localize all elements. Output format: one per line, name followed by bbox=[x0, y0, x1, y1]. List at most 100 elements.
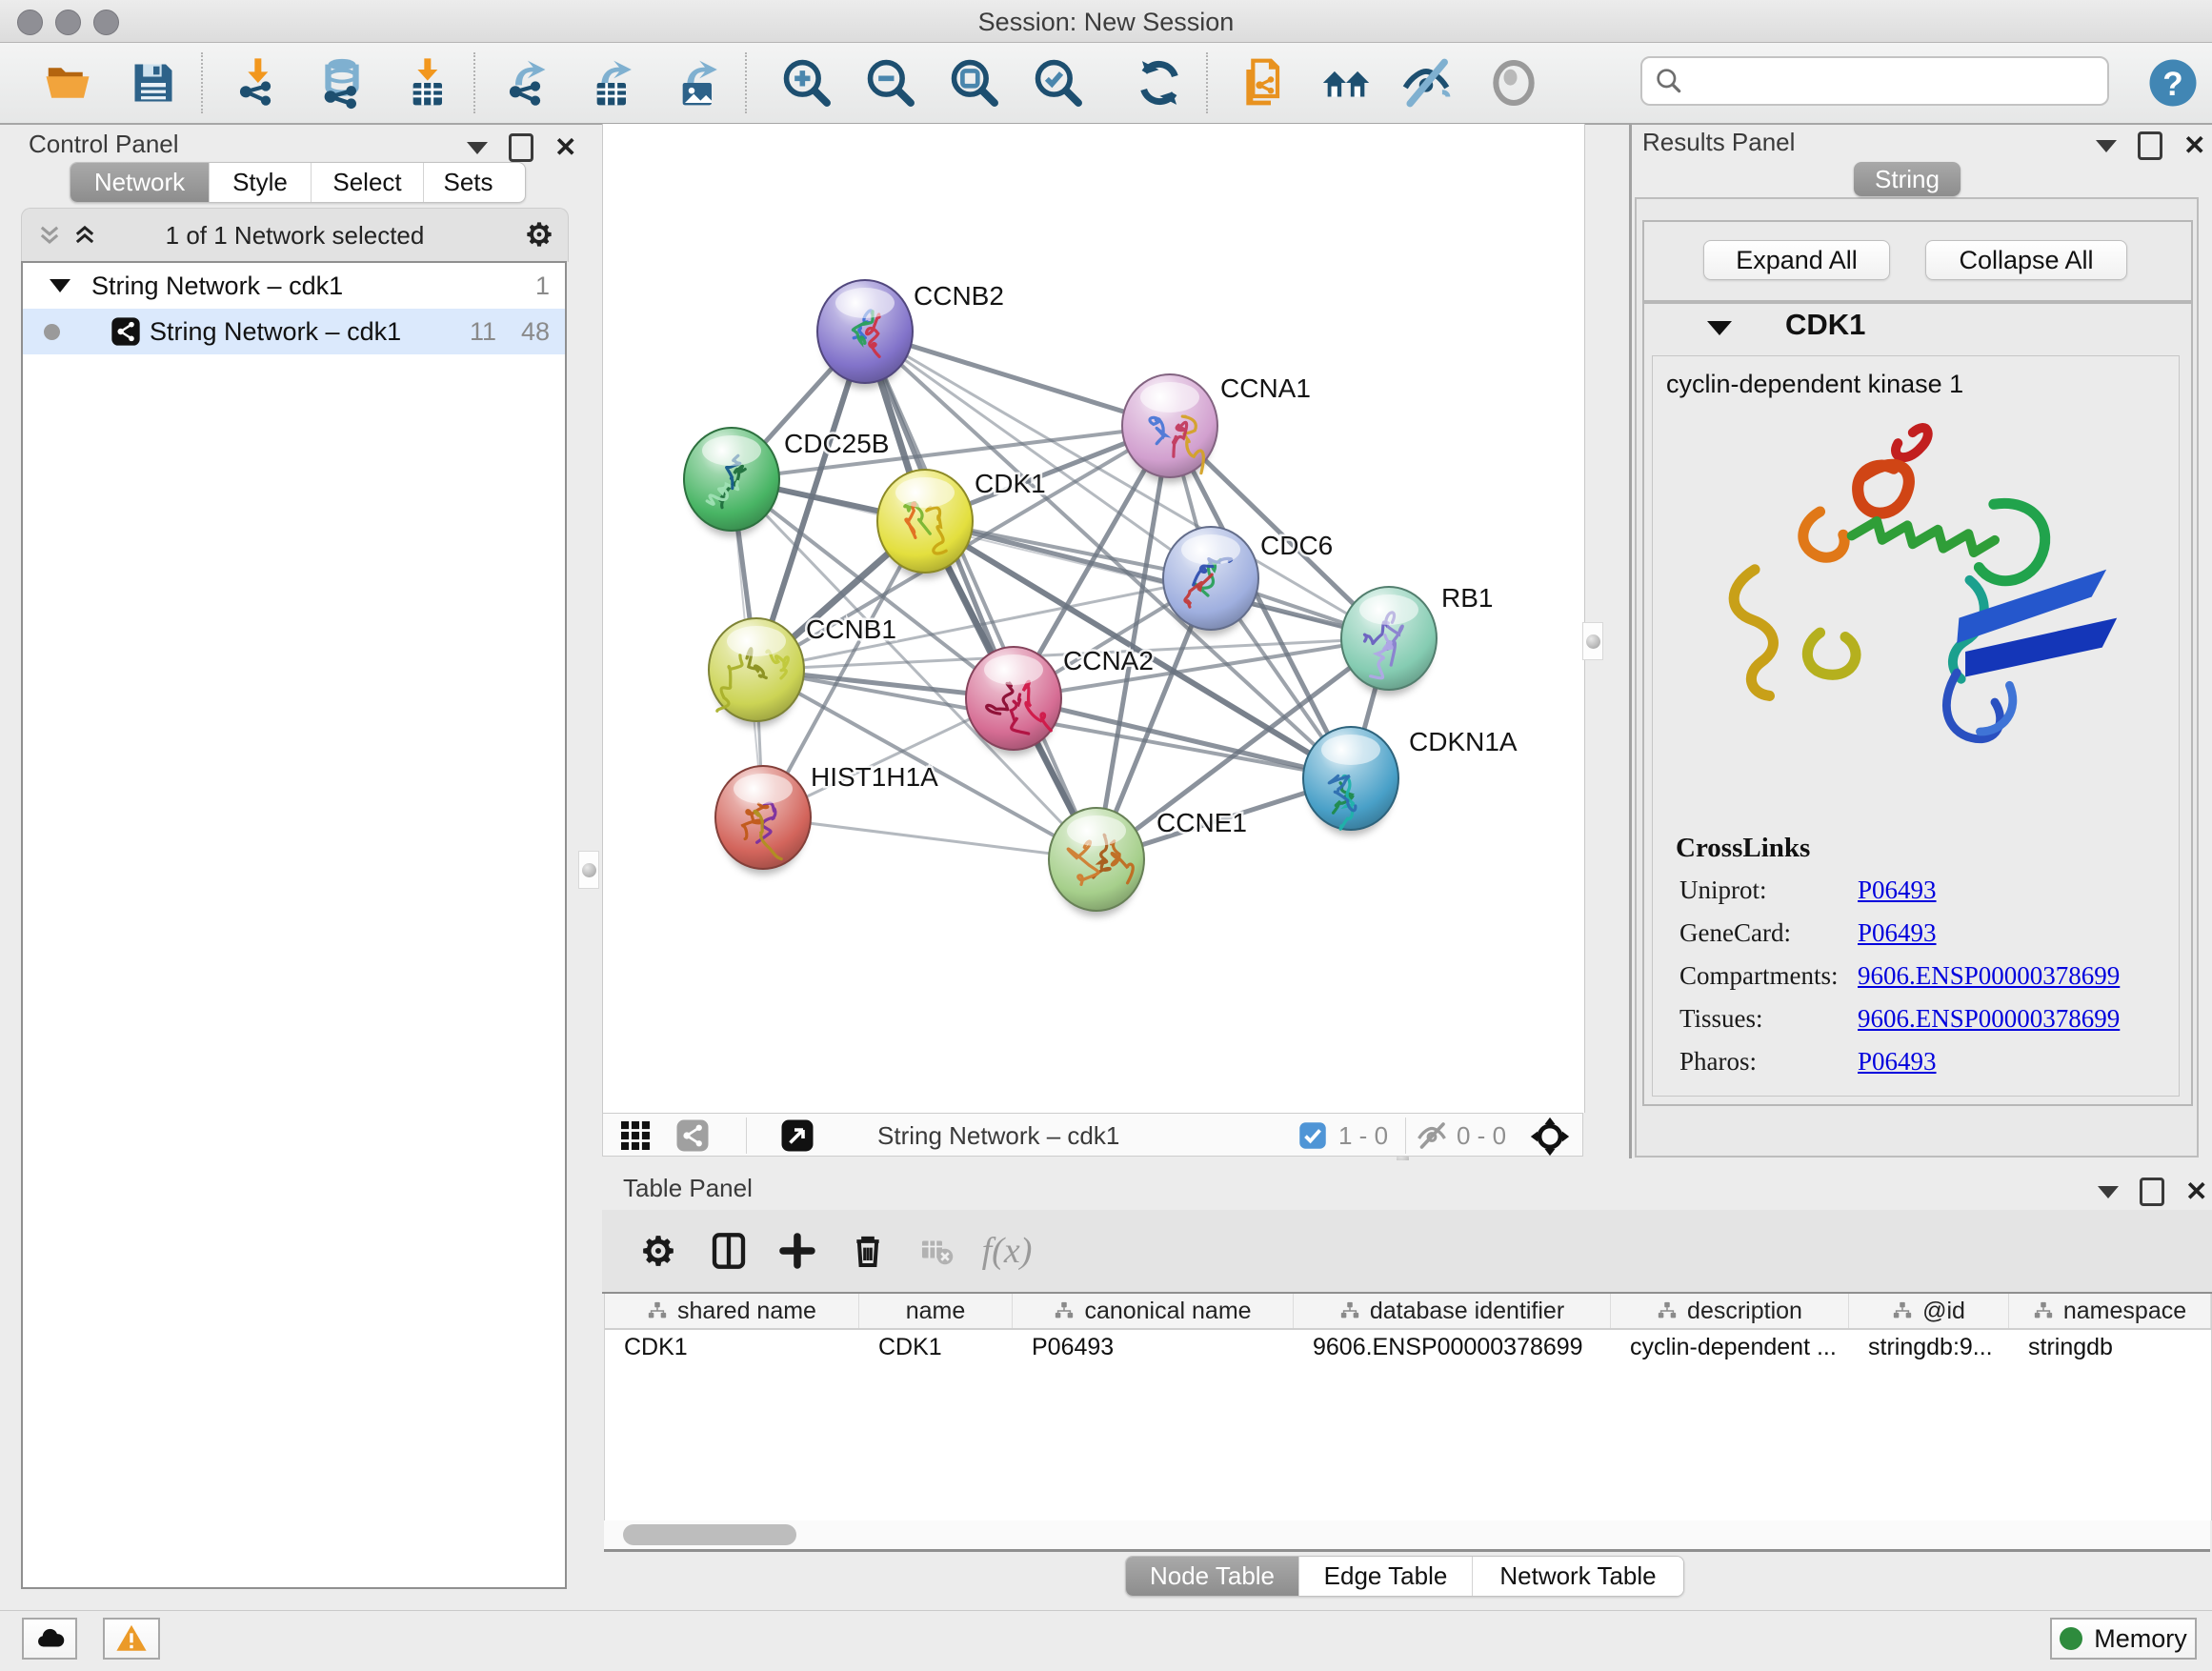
panel-float-icon[interactable] bbox=[2140, 1178, 2164, 1206]
share-view-icon[interactable] bbox=[675, 1118, 710, 1153]
network-row[interactable]: String Network – cdk1 11 48 bbox=[23, 309, 565, 354]
tab-style[interactable]: Style bbox=[210, 163, 312, 202]
export-image-icon[interactable] bbox=[671, 55, 726, 111]
left-splitter-handle[interactable] bbox=[578, 851, 599, 889]
node-RB1[interactable]: RB1 bbox=[1341, 583, 1493, 695]
table-cell[interactable]: cyclin-dependent ... bbox=[1611, 1330, 1849, 1364]
delete-column-icon[interactable] bbox=[842, 1225, 894, 1277]
column-header-canonical-name[interactable]: canonical name bbox=[1013, 1294, 1294, 1328]
help-icon[interactable]: ? bbox=[2145, 55, 2201, 111]
table-hscrollbar[interactable] bbox=[604, 1520, 2210, 1552]
title-bar: Session: New Session bbox=[0, 0, 2212, 43]
save-session-icon[interactable] bbox=[126, 55, 181, 111]
table-cell[interactable]: 9606.ENSP00000378699 bbox=[1294, 1330, 1611, 1364]
show-all-icon[interactable] bbox=[1486, 55, 1541, 111]
show-columns-icon[interactable] bbox=[703, 1225, 754, 1277]
refresh-icon[interactable] bbox=[1132, 55, 1187, 111]
node-CDK1[interactable]: CDK1 bbox=[877, 469, 1046, 578]
open-session-icon[interactable] bbox=[40, 55, 95, 111]
crosslink-value[interactable]: 9606.ENSP00000378699 bbox=[1858, 961, 2120, 991]
network-view-canvas[interactable]: CCNB2CCNA1CDC25BCDK1CDC6RB1CCNB1CCNA2CDK… bbox=[602, 124, 1585, 1113]
tab-select[interactable]: Select bbox=[312, 163, 424, 202]
hide-selected-icon[interactable] bbox=[1398, 55, 1454, 111]
node-table-row[interactable]: CDK1CDK1P064939606.ENSP00000378699cyclin… bbox=[605, 1330, 2211, 1364]
panel-close-icon[interactable]: ✕ bbox=[2185, 1180, 2207, 1203]
zoom-selected-icon[interactable] bbox=[1031, 55, 1086, 111]
crosslink-value[interactable]: 9606.ENSP00000378699 bbox=[1858, 1004, 2120, 1034]
panel-float-icon[interactable] bbox=[2138, 131, 2162, 160]
expand-all-button[interactable]: Expand All bbox=[1703, 240, 1890, 280]
cloud-button[interactable] bbox=[22, 1618, 77, 1660]
right-splitter-handle[interactable] bbox=[1582, 622, 1603, 660]
crosslink-value[interactable]: P06493 bbox=[1858, 876, 1937, 905]
table-cell[interactable]: stringdb bbox=[2009, 1330, 2211, 1364]
crosslink-value[interactable]: P06493 bbox=[1858, 918, 1937, 948]
string-network-graph[interactable]: CCNB2CCNA1CDC25BCDK1CDC6RB1CCNB1CCNA2CDK… bbox=[603, 124, 1584, 1113]
search-input[interactable] bbox=[1684, 66, 2107, 97]
panel-menu-icon[interactable] bbox=[2098, 1186, 2119, 1198]
tab-network[interactable]: Network bbox=[70, 163, 210, 202]
network-collection-row[interactable]: String Network – cdk1 1 bbox=[23, 263, 565, 309]
tree-expand-icon[interactable] bbox=[50, 279, 70, 292]
network-edge-count: 48 bbox=[521, 317, 550, 347]
birds-eye-view-icon[interactable] bbox=[780, 1118, 814, 1153]
panel-close-icon[interactable]: ✕ bbox=[2183, 134, 2205, 157]
zoom-in-icon[interactable] bbox=[779, 55, 835, 111]
table-hscrollbar-thumb[interactable] bbox=[623, 1524, 796, 1545]
tab-node-table[interactable]: Node Table bbox=[1126, 1557, 1299, 1596]
edge-HIST1H1A-CCNE1[interactable] bbox=[763, 817, 1096, 859]
column-header-namespace[interactable]: namespace bbox=[2009, 1294, 2211, 1328]
selected-checkbox-icon[interactable] bbox=[1298, 1121, 1327, 1150]
collapse-all-button[interactable]: Collapse All bbox=[1925, 240, 2127, 280]
node-CCNA1[interactable]: CCNA1 bbox=[1122, 373, 1311, 483]
export-table-icon[interactable] bbox=[585, 55, 640, 111]
panel-menu-icon[interactable] bbox=[467, 142, 488, 154]
grid-view-icon[interactable] bbox=[618, 1118, 653, 1153]
tab-sets[interactable]: Sets bbox=[424, 163, 513, 202]
crosslink-value[interactable]: P06493 bbox=[1858, 1047, 1937, 1077]
home-icon[interactable] bbox=[1318, 55, 1374, 111]
export-network-icon[interactable] bbox=[501, 55, 556, 111]
add-column-icon[interactable] bbox=[772, 1225, 823, 1277]
column-header--id[interactable]: @id bbox=[1849, 1294, 2009, 1328]
crosslinks-list: Uniprot:P06493GeneCard:P06493Compartment… bbox=[1653, 876, 2179, 1090]
node-CCNE1[interactable]: CCNE1 bbox=[1049, 808, 1247, 916]
crosslinks-title: CrossLinks bbox=[1676, 833, 1810, 864]
function-builder-icon[interactable]: f(x) bbox=[981, 1225, 1033, 1277]
gear-icon[interactable] bbox=[524, 219, 554, 250]
collapse-section-icon[interactable] bbox=[1707, 321, 1732, 335]
import-network-database-icon[interactable] bbox=[314, 55, 370, 111]
network-collection-label: String Network – cdk1 bbox=[91, 272, 343, 301]
clear-table-icon[interactable] bbox=[911, 1225, 962, 1277]
column-header-shared-name[interactable]: shared name bbox=[605, 1294, 859, 1328]
memory-button[interactable]: Memory bbox=[2050, 1618, 2197, 1660]
table-cell[interactable]: P06493 bbox=[1013, 1330, 1294, 1364]
edge-CCNA2-CDKN1A[interactable] bbox=[1014, 698, 1351, 778]
panel-menu-icon[interactable] bbox=[2096, 140, 2117, 152]
zoom-fit-icon[interactable] bbox=[947, 55, 1002, 111]
column-header-database-identifier[interactable]: database identifier bbox=[1294, 1294, 1611, 1328]
panel-float-icon[interactable] bbox=[509, 133, 533, 162]
column-header-description[interactable]: description bbox=[1611, 1294, 1849, 1328]
search-box[interactable] bbox=[1640, 56, 2109, 106]
hidden-eye-icon[interactable] bbox=[1415, 1118, 1449, 1153]
fit-content-icon[interactable] bbox=[1529, 1116, 1571, 1158]
tab-string[interactable]: String bbox=[1854, 162, 1961, 196]
node-table[interactable]: shared namenamecanonical namedatabase id… bbox=[604, 1294, 2212, 1520]
column-header-name[interactable]: name bbox=[859, 1294, 1013, 1328]
tab-edge-table[interactable]: Edge Table bbox=[1299, 1557, 1473, 1596]
table-gear-icon[interactable] bbox=[633, 1225, 684, 1277]
node-HIST1H1A[interactable]: HIST1H1A bbox=[715, 762, 938, 875]
panel-close-icon[interactable]: ✕ bbox=[554, 136, 576, 159]
table-cell[interactable]: stringdb:9... bbox=[1849, 1330, 2009, 1364]
warning-button[interactable] bbox=[103, 1618, 160, 1660]
table-cell[interactable]: CDK1 bbox=[605, 1330, 859, 1364]
import-network-file-icon[interactable] bbox=[231, 55, 287, 111]
node-CDKN1A[interactable]: CDKN1A bbox=[1303, 727, 1518, 836]
network-tree: String Network – cdk1 1 String Network –… bbox=[21, 261, 567, 1589]
new-network-from-selection-icon[interactable] bbox=[1237, 55, 1292, 111]
tab-network-table[interactable]: Network Table bbox=[1473, 1557, 1683, 1596]
zoom-out-icon[interactable] bbox=[863, 55, 918, 111]
import-table-file-icon[interactable] bbox=[401, 55, 456, 111]
table-cell[interactable]: CDK1 bbox=[859, 1330, 1013, 1364]
